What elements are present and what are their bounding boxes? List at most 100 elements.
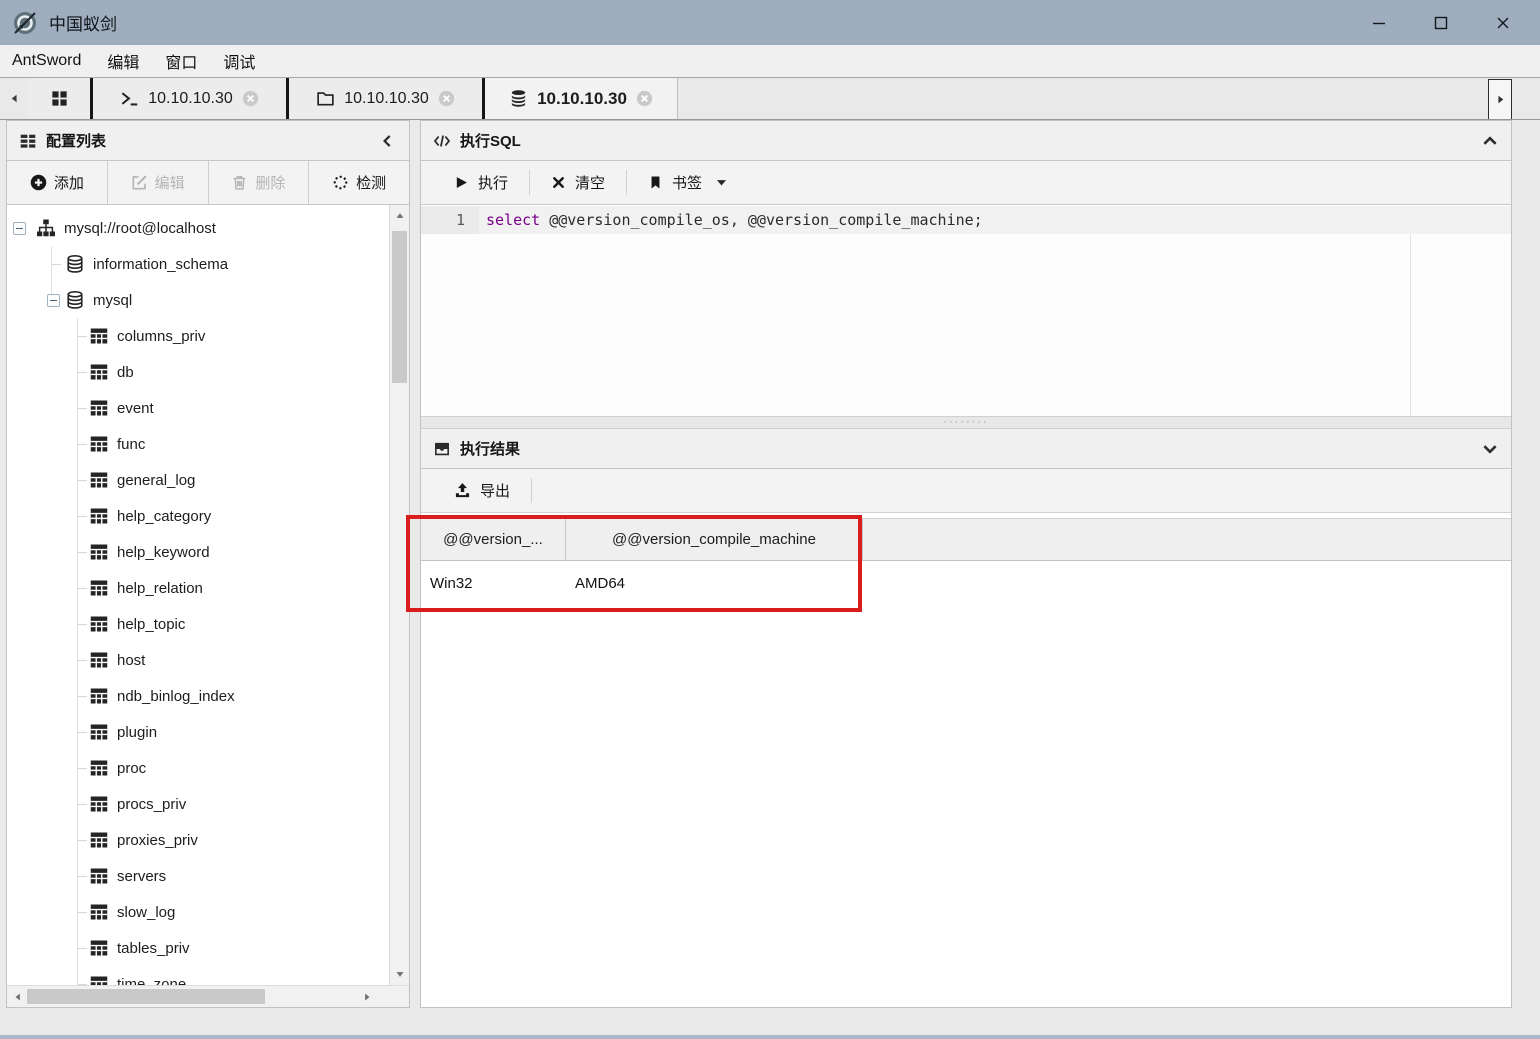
tree-item-plugin[interactable]: plugin: [7, 714, 389, 750]
check-button[interactable]: 检测: [308, 161, 409, 204]
inbox-icon: [433, 440, 451, 458]
tree-item-slow-log[interactable]: slow_log: [7, 894, 389, 930]
tab-terminal-10-10-10-30[interactable]: 10.10.10.30: [90, 78, 286, 119]
config-panel-title: 配置列表: [46, 130, 106, 151]
tree-connector-line: [77, 804, 87, 805]
edit-icon: [131, 174, 148, 191]
tree-connector-line: [77, 840, 87, 841]
tree-item-help-relation[interactable]: help_relation: [7, 570, 389, 606]
caret-down-icon: [714, 175, 729, 190]
database-solid-icon: [509, 89, 528, 108]
close-circle-icon[interactable]: [438, 90, 455, 107]
tree-item-func[interactable]: func: [7, 426, 389, 462]
results-table-row[interactable]: Win32AMD64: [421, 561, 1511, 606]
tab-scroll-right-button[interactable]: [1488, 79, 1512, 119]
vertical-scroll-thumb[interactable]: [392, 231, 407, 383]
tree-item-mysql-root-localhost[interactable]: mysql://root@localhost: [7, 210, 389, 246]
bookmark-button-label: 书签: [672, 172, 702, 193]
maximize-button[interactable]: [1410, 0, 1472, 45]
horizontal-scroll-thumb[interactable]: [27, 989, 265, 1004]
tree-item-help-category[interactable]: help_category: [7, 498, 389, 534]
tree-expander-minus[interactable]: [13, 222, 26, 235]
tree-item-time-zone[interactable]: time_zone: [7, 966, 389, 985]
app-logo-icon: [12, 10, 38, 36]
sql-panel: 执行SQL 执行清空书签 1 select @@version_compile_…: [420, 120, 1512, 1008]
tree-item-general-log[interactable]: general_log: [7, 462, 389, 498]
menu-item-edit[interactable]: 编辑: [94, 49, 152, 73]
splitter-handle[interactable]: ········: [943, 420, 988, 425]
menu-item-antsword[interactable]: AntSword: [12, 52, 94, 70]
tree-item-information-schema[interactable]: information_schema: [7, 246, 389, 282]
tab-scroll-left-button[interactable]: [0, 78, 28, 119]
close-circle-icon[interactable]: [636, 90, 653, 107]
panel-splitter[interactable]: ········: [421, 416, 1511, 429]
tree-item-proxies-priv[interactable]: proxies_priv: [7, 822, 389, 858]
tree-item-help-keyword[interactable]: help_keyword: [7, 534, 389, 570]
collapse-sql-button[interactable]: [1481, 132, 1499, 150]
tree-horizontal-scrollbar[interactable]: [7, 985, 409, 1007]
bookmark-button[interactable]: 书签: [627, 161, 750, 204]
tree-item-label: proc: [117, 760, 146, 777]
tree-connector-line: [77, 696, 87, 697]
column-header[interactable]: @@version_...: [421, 519, 566, 560]
triangle-left-icon: [9, 93, 20, 104]
tree-item-event[interactable]: event: [7, 390, 389, 426]
column-header[interactable]: @@version_compile_machine: [566, 519, 863, 560]
scroll-down-button[interactable]: [390, 965, 409, 983]
tree-item-procs-priv[interactable]: procs_priv: [7, 786, 389, 822]
tree-item-host[interactable]: host: [7, 642, 389, 678]
add-button[interactable]: 添加: [7, 161, 107, 204]
tree-item-label: help_topic: [117, 616, 185, 633]
tree-expander-minus[interactable]: [47, 294, 60, 307]
terminal-icon: [120, 89, 139, 108]
table-icon: [89, 470, 109, 490]
tree-item-db[interactable]: db: [7, 354, 389, 390]
execute-button[interactable]: 执行: [433, 161, 529, 204]
results-table: @@version_...@@version_compile_machine W…: [421, 518, 1511, 606]
collapse-sidebar-button[interactable]: [379, 132, 397, 150]
tab-database-10-10-10-30[interactable]: 10.10.10.30: [482, 78, 678, 119]
tab-files-10-10-10-30[interactable]: 10.10.10.30: [286, 78, 482, 119]
sql-editor[interactable]: 1 select @@version_compile_os, @@version…: [421, 206, 1511, 416]
triangle-right-icon: [362, 992, 372, 1002]
delete-button[interactable]: 删除: [208, 161, 309, 204]
clear-button-label: 清空: [575, 172, 605, 193]
tree-connector-line: [77, 624, 87, 625]
tree-connector-line: [77, 660, 87, 661]
collapse-results-button[interactable]: [1481, 440, 1499, 458]
tree-connector-line: [77, 732, 87, 733]
tree-connector-line: [77, 372, 87, 373]
scroll-up-button[interactable]: [390, 207, 409, 225]
tab-home[interactable]: [28, 78, 90, 119]
close-circle-icon[interactable]: [242, 90, 259, 107]
tree-item-help-topic[interactable]: help_topic: [7, 606, 389, 642]
table-icon: [89, 866, 109, 886]
tree-connector-line: [77, 336, 87, 337]
tree-item-mysql[interactable]: mysql: [7, 282, 389, 318]
close-button[interactable]: [1472, 0, 1534, 45]
tree-connector-line: [77, 948, 87, 949]
line-number: 1: [456, 211, 465, 229]
menu-item-window[interactable]: 窗口: [152, 49, 210, 73]
tree-vertical-scrollbar[interactable]: [389, 205, 409, 985]
export-button[interactable]: 导出: [433, 469, 531, 512]
tree-item-ndb-binlog-index[interactable]: ndb_binlog_index: [7, 678, 389, 714]
config-tree: mysql://root@localhostinformation_schema…: [7, 205, 389, 985]
scroll-right-button[interactable]: [357, 986, 377, 1007]
tree-item-columns-priv[interactable]: columns_priv: [7, 318, 389, 354]
execute-button-label: 执行: [478, 172, 508, 193]
scroll-left-button[interactable]: [8, 986, 28, 1007]
editor-active-line[interactable]: 1 select @@version_compile_os, @@version…: [421, 206, 1511, 234]
edit-button[interactable]: 编辑: [107, 161, 208, 204]
tree-item-label: db: [117, 364, 134, 381]
sql-code[interactable]: select @@version_compile_os, @@version_c…: [479, 211, 983, 229]
edit-button-label: 编辑: [155, 172, 185, 193]
tree-item-tables-priv[interactable]: tables_priv: [7, 930, 389, 966]
minimize-button[interactable]: [1348, 0, 1410, 45]
table-icon: [89, 614, 109, 634]
tree-item-servers[interactable]: servers: [7, 858, 389, 894]
tree-item-proc[interactable]: proc: [7, 750, 389, 786]
clear-button[interactable]: 清空: [530, 161, 626, 204]
menu-item-debug[interactable]: 调试: [210, 49, 268, 73]
database-icon: [65, 290, 85, 310]
